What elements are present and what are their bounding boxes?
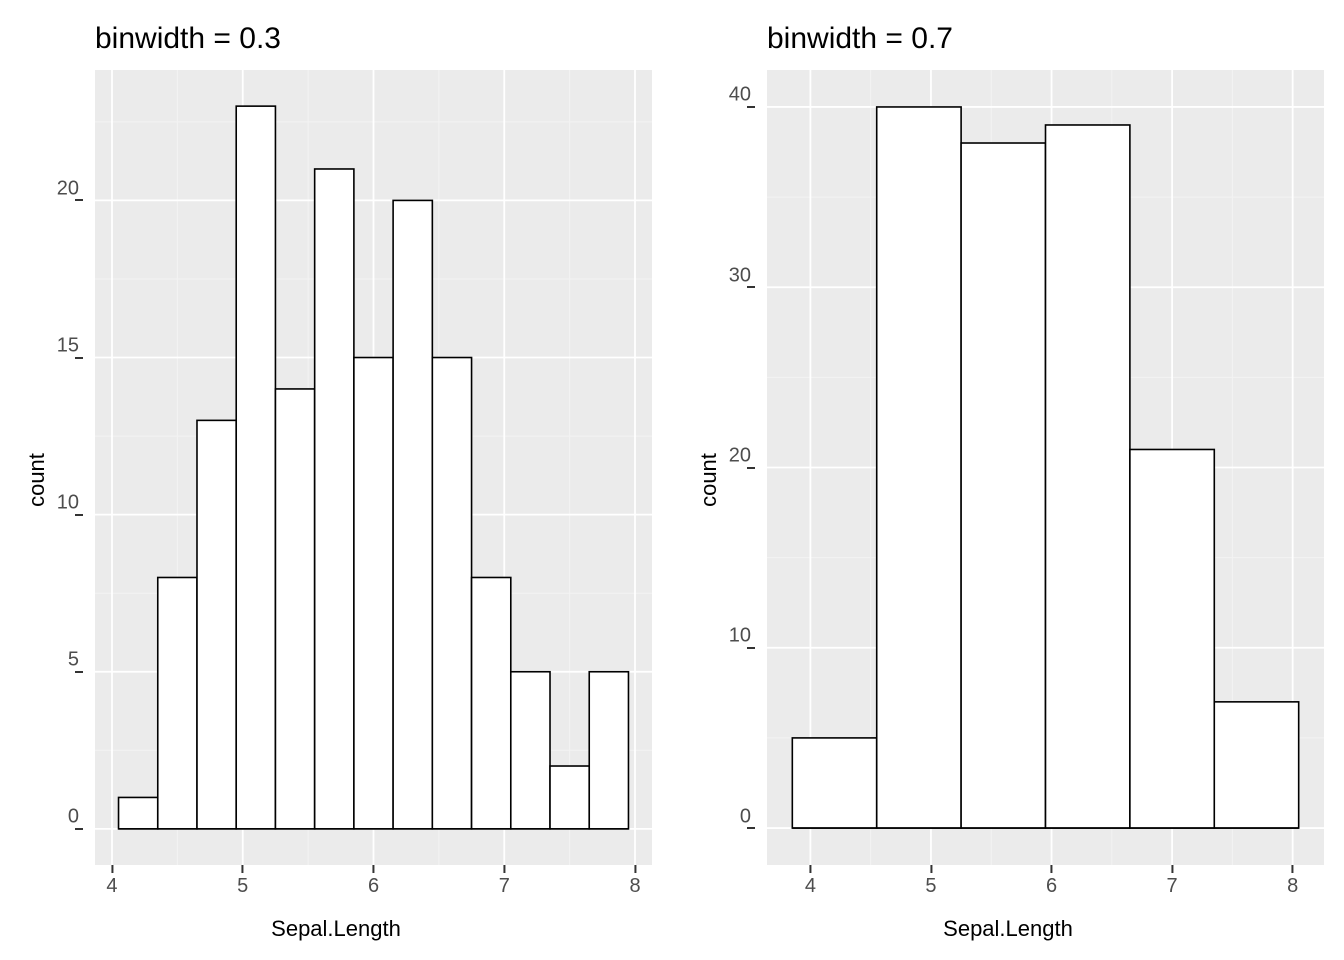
histogram-bar	[792, 738, 876, 828]
x-tick: 5	[925, 865, 936, 898]
histogram-bar	[197, 420, 236, 828]
chart-title: binwidth = 0.3	[95, 22, 281, 56]
histogram-bar	[354, 358, 393, 829]
histogram-bar	[275, 389, 314, 829]
x-tick: 8	[629, 865, 640, 898]
chart-panel-right: binwidth = 0.7 count 010203040 45678 Sep…	[672, 0, 1344, 960]
histogram-bar	[472, 577, 511, 828]
histogram-bar	[1046, 125, 1130, 828]
histogram-bar	[119, 797, 158, 828]
x-tick: 8	[1287, 865, 1298, 898]
histogram-bar	[432, 358, 471, 829]
histogram-bar	[158, 577, 197, 828]
histogram-plot	[767, 70, 1324, 865]
x-tick: 7	[499, 865, 510, 898]
x-tick: 5	[237, 865, 248, 898]
x-tick: 7	[1167, 865, 1178, 898]
x-tick: 4	[805, 865, 816, 898]
x-tick: 6	[1046, 865, 1057, 898]
x-axis-label: Sepal.Length	[0, 916, 672, 942]
x-axis-label: Sepal.Length	[672, 916, 1344, 942]
x-tick: 6	[368, 865, 379, 898]
histogram-bar	[550, 766, 589, 829]
histogram-plot	[95, 70, 652, 865]
chart-panel-left: binwidth = 0.3 count 05101520 45678 Sepa…	[0, 0, 672, 960]
histogram-bar	[877, 107, 961, 828]
y-axis-ticks: 05101520	[0, 70, 95, 865]
histogram-bar	[1214, 702, 1298, 828]
histogram-bar	[315, 169, 354, 829]
chart-title: binwidth = 0.7	[767, 22, 953, 56]
histogram-bar	[236, 106, 275, 829]
x-axis-ticks: 4 5 6 7 8	[767, 865, 1324, 905]
histogram-bar	[511, 672, 550, 829]
x-axis-ticks: 4 5 6 7 8	[95, 865, 652, 905]
histogram-bar	[1130, 449, 1214, 828]
x-tick: 4	[106, 865, 117, 898]
histogram-bar	[589, 672, 628, 829]
histogram-bar	[393, 200, 432, 828]
histogram-bar	[961, 143, 1045, 828]
y-axis-ticks: 010203040	[672, 70, 767, 865]
